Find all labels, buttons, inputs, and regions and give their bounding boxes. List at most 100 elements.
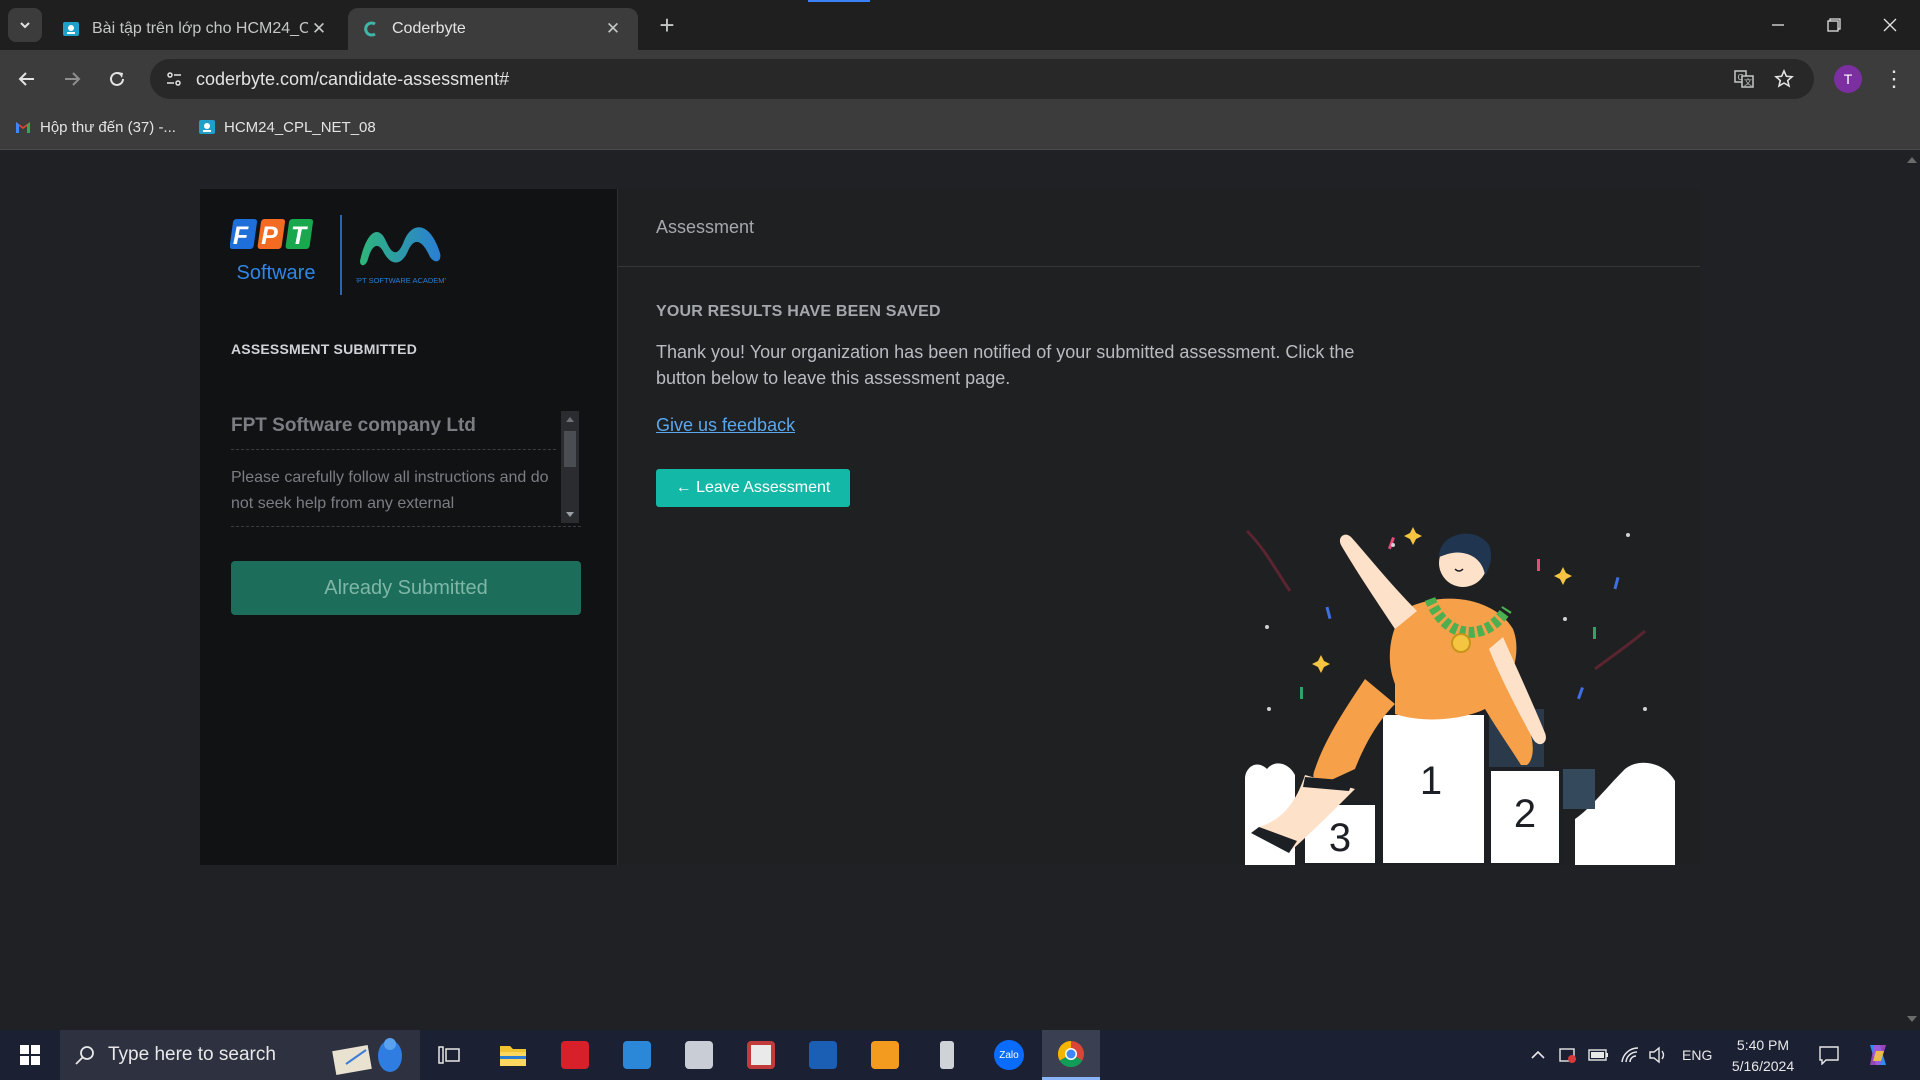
results-saved-heading: YOUR RESULTS HAVE BEEN SAVED [656, 303, 941, 320]
taskbar-search-box[interactable]: Type here to search [60, 1030, 420, 1080]
clock-time: 5:40 PM [1736, 1037, 1790, 1053]
loading-indicator [808, 0, 870, 2]
tab-classroom[interactable]: Bài tập trên lớp cho HCM24_CP ✕ [48, 8, 344, 50]
scroll-thumb[interactable] [564, 431, 576, 467]
new-tab-button[interactable]: + [650, 8, 684, 42]
translate-icon[interactable]: G文 [1730, 65, 1758, 93]
tab-strip: Bài tập trên lớp cho HCM24_CP ✕ Coderbyt… [0, 0, 1920, 50]
site-info-icon[interactable] [160, 65, 188, 93]
scroll-down-icon[interactable] [1907, 1016, 1917, 1022]
close-icon [1883, 18, 1897, 32]
bookmark-classroom[interactable]: HCM24_CPL_NET_08 [198, 118, 376, 136]
svg-text:文: 文 [1744, 77, 1752, 87]
chevron-down-icon [20, 22, 30, 29]
classroom-icon [63, 22, 79, 36]
back-button[interactable] [10, 62, 44, 96]
page-scrollbar[interactable] [1904, 151, 1920, 1030]
taskbar-app-blue[interactable] [794, 1030, 852, 1080]
thank-you-message: Thank you! Your organization has been no… [656, 342, 1355, 388]
wifi-icon[interactable] [1620, 1030, 1640, 1080]
tray-overflow-icon[interactable] [1530, 1030, 1546, 1080]
taskbar-app-device[interactable] [918, 1030, 976, 1080]
logo-software-text: Software [237, 262, 316, 284]
device-icon [940, 1041, 954, 1069]
page-viewport: FPT Software FPT SOFTWARE ACADEMY ASSESS… [0, 151, 1920, 1030]
feedback-link[interactable]: Give us feedback [656, 415, 795, 436]
bookmarks-bar: Hộp thư đến (37) -... HCM24_CPL_NET_08 [0, 108, 1920, 150]
podium-celebration-illustration: 1 2 3 [1245, 527, 1675, 865]
minimize-button[interactable] [1750, 0, 1806, 50]
arrow-right-icon [65, 72, 81, 86]
app-grid-icon [747, 1041, 775, 1069]
search-icon [75, 1046, 94, 1065]
search-highlight-icon [332, 1038, 402, 1075]
gmail-icon [16, 122, 30, 133]
company-description: Please carefully follow all instructions… [231, 469, 549, 512]
podium-second: 2 [1514, 792, 1536, 836]
sublime-icon [871, 1041, 899, 1069]
logo-academy-text: FPT SOFTWARE ACADEMY [356, 276, 446, 285]
profile-avatar[interactable]: T [1834, 65, 1862, 93]
main-panel: Assessment YOUR RESULTS HAVE BEEN SAVED … [618, 189, 1700, 865]
company-name: FPT Software company Ltd [231, 415, 556, 450]
restore-button[interactable] [1806, 0, 1862, 50]
taskbar-app-gray[interactable] [670, 1030, 728, 1080]
tab-title: Coderbyte [392, 20, 466, 37]
url-text[interactable]: coderbyte.com/candidate-assessment# [196, 69, 509, 90]
close-tab-icon[interactable]: ✕ [602, 19, 624, 39]
windows-taskbar: Type here to search Zalo ENG 5:40 PM 5/1… [0, 1030, 1920, 1080]
close-tab-icon[interactable]: ✕ [308, 19, 330, 39]
taskbar-store[interactable] [608, 1030, 666, 1080]
task-view-button[interactable] [420, 1030, 478, 1080]
battery-icon[interactable] [1588, 1030, 1610, 1080]
company-info-box: FPT Software company Ltd Please carefull… [231, 411, 581, 527]
copilot-icon[interactable] [1864, 1030, 1892, 1080]
page-title: Assessment [656, 217, 755, 237]
tab-search-button[interactable] [8, 8, 42, 42]
app-wave-icon [809, 1041, 837, 1069]
app-window-icon [685, 1041, 713, 1069]
fpt-academy-logo: FPT SOFTWARE ACADEMY [356, 227, 446, 285]
notifications-icon[interactable] [1818, 1030, 1840, 1080]
bookmark-gmail[interactable]: Hộp thư đến (37) -... [14, 118, 176, 136]
bookmark-label: HCM24_CPL_NET_08 [224, 118, 376, 136]
taskbar-chrome[interactable] [1042, 1030, 1100, 1080]
start-button[interactable] [8, 1030, 52, 1080]
address-bar[interactable]: coderbyte.com/candidate-assessment# G文 [150, 59, 1814, 99]
taskbar-app-red[interactable] [732, 1030, 790, 1080]
bookmark-star-icon[interactable] [1770, 65, 1798, 93]
close-window-button[interactable] [1862, 0, 1918, 50]
store-icon [623, 1041, 651, 1069]
logo-divider [340, 215, 342, 295]
assessment-card: FPT Software FPT SOFTWARE ACADEMY ASSESS… [200, 189, 1700, 865]
scroll-down-icon[interactable] [566, 512, 574, 517]
taskbar-zalo[interactable]: Zalo [980, 1030, 1038, 1080]
tab-coderbyte[interactable]: Coderbyte ✕ [348, 8, 638, 50]
scroll-up-icon[interactable] [1907, 157, 1917, 163]
bookmark-label: Hộp thư đến (37) -... [40, 118, 176, 136]
task-view-icon [438, 1046, 460, 1064]
taskbar-file-explorer[interactable] [484, 1030, 542, 1080]
sidebar: FPT Software FPT SOFTWARE ACADEMY ASSESS… [200, 189, 618, 865]
taskbar-sublime[interactable] [856, 1030, 914, 1080]
language-indicator[interactable]: ENG [1682, 1030, 1712, 1080]
main-header: Assessment [618, 189, 1700, 267]
leave-assessment-button[interactable]: ← Leave Assessment [656, 469, 850, 507]
security-icon[interactable] [1558, 1030, 1578, 1080]
menu-kebab-icon[interactable]: ⋮ [1880, 62, 1908, 96]
clock-date: 5/16/2024 [1731, 1058, 1795, 1074]
folder-icon [500, 1046, 526, 1066]
forward-button[interactable] [55, 62, 89, 96]
volume-icon[interactable] [1648, 1030, 1668, 1080]
scroll-up-icon[interactable] [566, 417, 574, 422]
arrow-left-icon [18, 72, 34, 86]
reload-button[interactable] [100, 62, 134, 96]
company-scrollbar[interactable] [561, 411, 579, 523]
podium-third: 3 [1329, 816, 1351, 860]
amd-icon [561, 1041, 589, 1069]
already-submitted-button[interactable]: Already Submitted [231, 561, 581, 615]
podium-first: 1 [1420, 759, 1442, 803]
tab-title: Bài tập trên lớp cho HCM24_CP [92, 20, 308, 37]
taskbar-amd-app[interactable] [546, 1030, 604, 1080]
system-clock[interactable]: 5:40 PM 5/16/2024 [1718, 1035, 1808, 1077]
